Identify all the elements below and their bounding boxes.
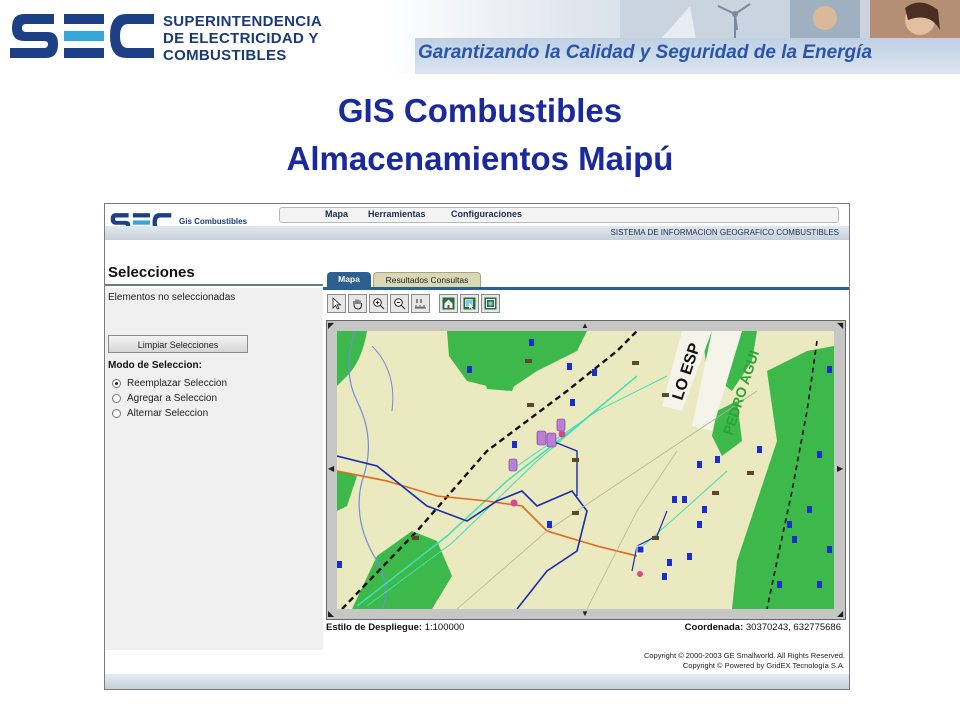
org-line-1: SUPERINTENDENCIA xyxy=(163,13,322,30)
system-label: SISTEMA DE INFORMACION GEOGRAFICO COMBUS… xyxy=(610,228,839,237)
sec-logo-icon xyxy=(10,14,154,58)
slogan: Garantizando la Calidad y Seguridad de l… xyxy=(418,42,873,63)
coordinate-label: Coordenada: xyxy=(684,622,744,633)
org-name: SUPERINTENDENCIA DE ELECTRICIDAD Y COMBU… xyxy=(163,13,322,64)
selection-panel: Elementos no seleccionadas Limpiar Selec… xyxy=(105,288,323,650)
mode-add-label: Agregar a Seleccion xyxy=(127,393,218,404)
tab-underline xyxy=(323,287,849,290)
mode-replace-label: Reemplazar Seleccion xyxy=(127,378,228,389)
pan-up-arrow-icon[interactable]: ▲ xyxy=(581,322,589,330)
display-style-value: 1:100000 xyxy=(424,622,465,633)
coordinate-value: 30370243, 632775686 xyxy=(745,622,841,633)
org-line-2: DE ELECTRICIDAD Y xyxy=(163,30,319,47)
arrow-select-icon[interactable] xyxy=(327,294,346,313)
select-area-icon[interactable] xyxy=(460,294,479,313)
menu-configuraciones[interactable]: Configuraciones xyxy=(451,209,522,219)
org-line-3: COMBUSTIBLES xyxy=(163,47,287,64)
selected-marker xyxy=(636,545,645,554)
bottom-bar xyxy=(105,674,849,689)
mode-add-option[interactable]: Agregar a Seleccion xyxy=(112,393,217,404)
menu-bar: Mapa Herramientas Configuraciones xyxy=(279,207,839,223)
pan-up-left-arrow-icon[interactable]: ◤ xyxy=(328,322,334,330)
display-style-label: Estilo de Despliegue: xyxy=(326,622,423,633)
map-svg: LO ESP PEDRO AGUI xyxy=(337,331,834,609)
selection-status: Elementos no seleccionadas xyxy=(108,292,236,303)
pan-up-right-arrow-icon[interactable]: ◥ xyxy=(837,322,843,330)
map-frame: ▲ ▼ ◀ ▶ ◤ ◥ ◣ ◢ LO ESP PEDRO AGUI xyxy=(326,320,846,620)
home-icon[interactable] xyxy=(439,294,458,313)
top-banner: SUPERINTENDENCIA DE ELECTRICIDAD Y COMBU… xyxy=(0,0,960,74)
pan-hand-icon[interactable] xyxy=(348,294,367,313)
page-title: GIS Combustibles xyxy=(337,92,623,129)
mode-replace-option[interactable]: Reemplazar Seleccion xyxy=(112,378,227,389)
coordinate-readout: Coordenada: 30370243, 632775686 xyxy=(685,622,841,633)
copyright-gridex: Copyright © Powered by GridEX Tecnología… xyxy=(682,661,845,670)
clear-selection-button[interactable]: Limpiar Selecciones xyxy=(108,335,248,353)
menu-herramientas[interactable]: Herramientas xyxy=(368,209,426,219)
selecciones-title: Selecciones xyxy=(108,264,195,281)
selecciones-divider xyxy=(105,284,323,286)
measure-icon[interactable] xyxy=(411,294,430,313)
app-name: Gis Combustibles xyxy=(179,217,248,226)
zoom-in-icon[interactable] xyxy=(369,294,388,313)
selection-mode-label: Modo de Seleccion: xyxy=(108,360,202,371)
zoom-out-icon[interactable] xyxy=(390,294,409,313)
system-bar: SISTEMA DE INFORMACION GEOGRAFICO COMBUS… xyxy=(105,226,849,240)
pan-down-right-arrow-icon[interactable]: ◢ xyxy=(837,610,843,618)
pan-down-left-arrow-icon[interactable]: ◣ xyxy=(328,610,334,618)
pan-left-arrow-icon[interactable]: ◀ xyxy=(328,465,334,473)
mode-toggle-radio[interactable] xyxy=(112,408,121,418)
tab-mapa[interactable]: Mapa xyxy=(327,272,371,287)
page-subtitle: Almacenamientos Maipú xyxy=(286,140,674,177)
mode-toggle-option[interactable]: Alternar Seleccion xyxy=(112,408,208,419)
mode-add-radio[interactable] xyxy=(112,393,121,403)
display-style: Estilo de Despliegue: 1:100000 xyxy=(326,622,464,633)
copyright-smallworld: Copyright © 2000-2003 GE Smallworld. All… xyxy=(643,651,845,660)
mode-replace-radio[interactable] xyxy=(112,378,121,388)
gis-app-window: Gis Combustibles Mapa Herramientas Confi… xyxy=(104,203,850,690)
map-canvas[interactable]: LO ESP PEDRO AGUI xyxy=(337,331,834,609)
pan-down-arrow-icon[interactable]: ▼ xyxy=(581,610,589,618)
banner-photo-strip xyxy=(620,0,960,40)
full-extent-icon[interactable] xyxy=(481,294,500,313)
mode-toggle-label: Alternar Seleccion xyxy=(127,408,209,419)
menu-mapa[interactable]: Mapa xyxy=(325,209,348,219)
pan-right-arrow-icon[interactable]: ▶ xyxy=(837,465,843,473)
tab-resultados-consultas[interactable]: Resultados Consultas xyxy=(373,272,481,288)
